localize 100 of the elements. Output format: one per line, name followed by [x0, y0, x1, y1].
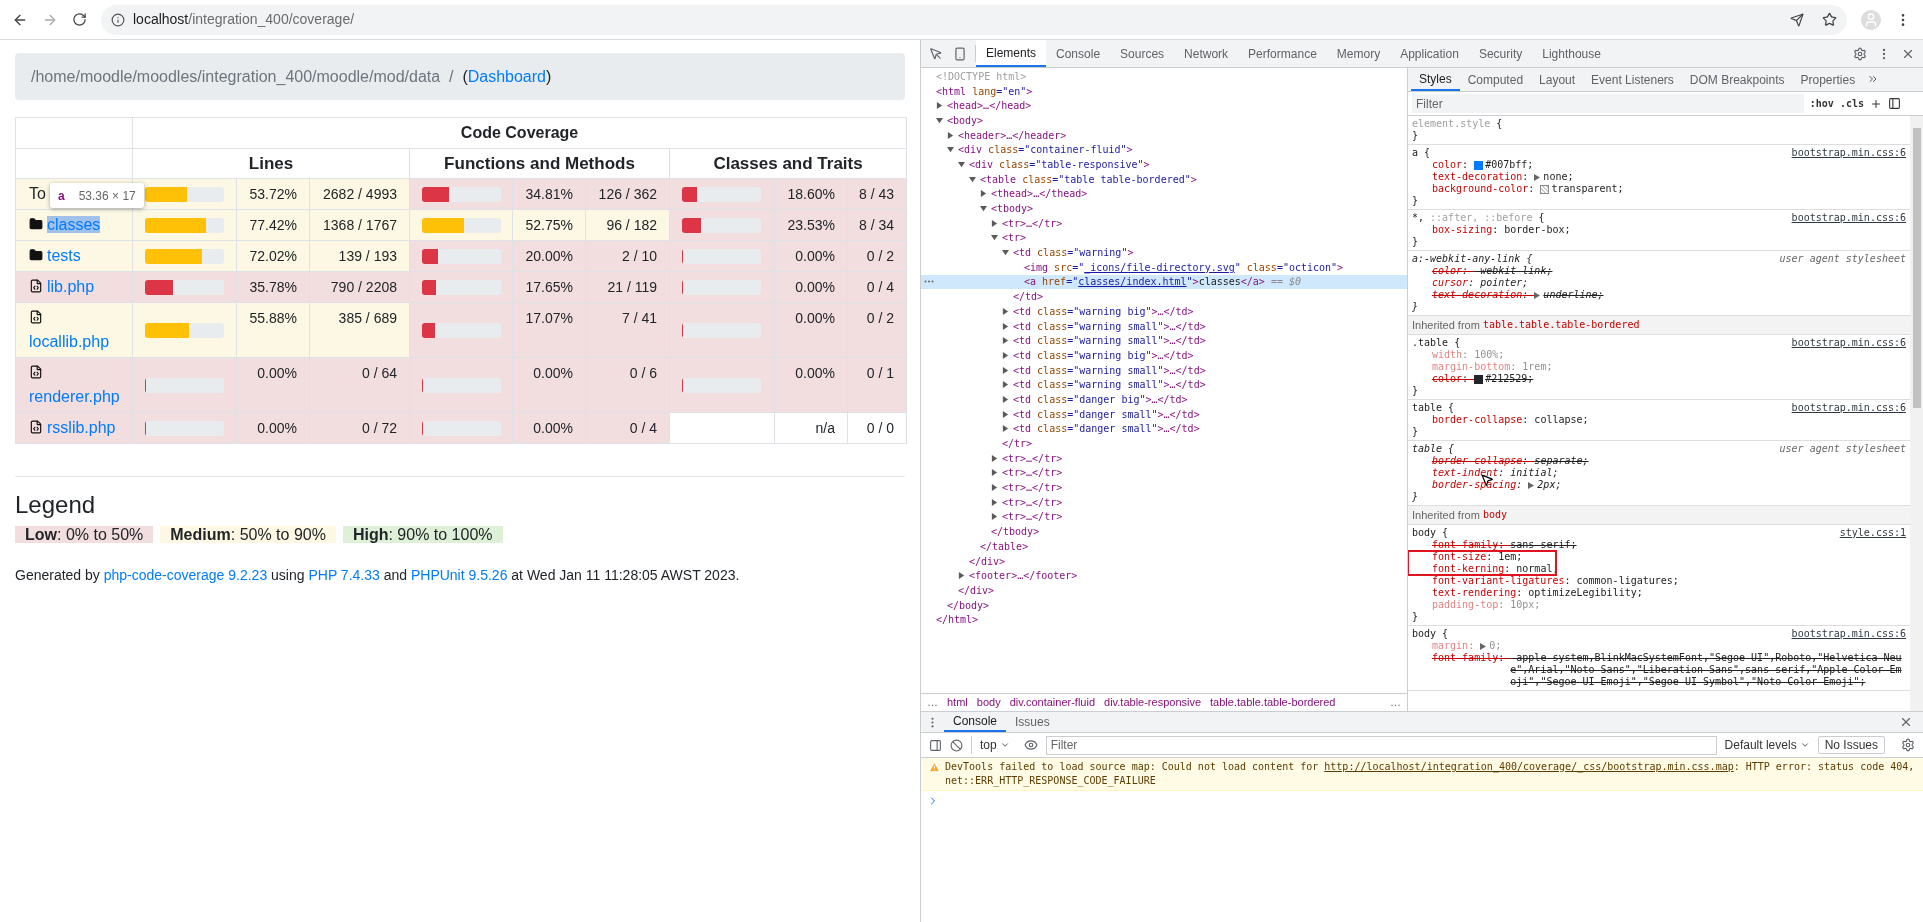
- expand-triangle-icon[interactable]: [1528, 482, 1535, 489]
- css-property-value[interactable]: -webkit-link;: [1474, 265, 1553, 277]
- css-property-value[interactable]: separate;: [1534, 455, 1589, 467]
- link[interactable]: PHP 7.4.33: [308, 567, 380, 583]
- css-property-name[interactable]: border-spacing:: [1432, 479, 1529, 491]
- dom-node[interactable]: <tr>…</tr>: [1002, 494, 1063, 510]
- css-property-value[interactable]: 2px;: [1537, 479, 1562, 491]
- dom-breadcrumb[interactable]: html: [947, 694, 968, 711]
- sidebar-toggle-icon[interactable]: [1888, 97, 1901, 110]
- selected-node-row[interactable]: <a href="classes/index.html">classes</a> == $0: [921, 274, 1407, 290]
- dom-node[interactable]: <div class="table-responsive">: [969, 156, 1150, 172]
- expanded-triangle-icon[interactable]: [991, 234, 998, 242]
- css-property-name[interactable]: color:: [1432, 159, 1475, 171]
- css-property-value[interactable]: sans-serif;: [1510, 539, 1577, 551]
- css-selector[interactable]: *, ::after, ::before {: [1412, 212, 1545, 224]
- dom-node-close[interactable]: </html>: [936, 612, 979, 628]
- css-property-value[interactable]: optimizeLegibility;: [1528, 587, 1643, 599]
- css-property-value[interactable]: #212529;: [1485, 373, 1534, 385]
- dom-node[interactable]: <a href="classes/index.html">classes</a> == $0: [1024, 274, 1301, 290]
- bookmark-star-icon[interactable]: [1822, 12, 1837, 27]
- scrollbar[interactable]: [1910, 116, 1923, 711]
- dom-node[interactable]: <td class="warning small">…</td>: [1013, 318, 1206, 334]
- url-text[interactable]: localhost/integration_400/coverage/: [133, 9, 355, 30]
- devtools-tab[interactable]: Network: [1174, 40, 1239, 67]
- dom-node[interactable]: <tr>…</tr>: [1002, 509, 1063, 525]
- sidebar-toggle-icon[interactable]: [929, 738, 942, 752]
- css-selector[interactable]: a {: [1412, 147, 1431, 159]
- dom-node[interactable]: <img src="_icons/file-directory.svg" class="octicon">: [1024, 259, 1344, 275]
- css-property-value[interactable]: pointer;: [1480, 277, 1529, 289]
- css-property-name[interactable]: background-color:: [1432, 183, 1541, 195]
- collapsed-triangle-icon[interactable]: [991, 484, 998, 492]
- dom-node[interactable]: <td class="danger small">…</td>: [1013, 421, 1200, 437]
- css-selector[interactable]: .table {: [1412, 337, 1461, 349]
- css-property-name[interactable]: font-family:: [1432, 652, 1511, 664]
- drawer-tab[interactable]: Issues: [1006, 712, 1059, 732]
- expanded-triangle-icon[interactable]: [958, 160, 965, 168]
- dom-breadcrumb[interactable]: body: [976, 694, 1001, 711]
- collapsed-triangle-icon[interactable]: [991, 219, 998, 227]
- css-property-name[interactable]: color:: [1432, 265, 1475, 277]
- devtools-tab[interactable]: Console: [1046, 40, 1111, 67]
- collapsed-triangle-icon[interactable]: [1002, 381, 1009, 389]
- dom-node[interactable]: <td class="warning small">…</td>: [1013, 377, 1206, 393]
- css-property-value[interactable]: common-ligatures;: [1576, 575, 1679, 587]
- dom-node[interactable]: <td class="warning big">…</td>: [1013, 303, 1194, 319]
- panel-tab[interactable]: Event Listeners: [1583, 68, 1682, 91]
- css-property-name[interactable]: text-indent:: [1432, 467, 1511, 479]
- dom-node[interactable]: <tr>…</tr>: [1002, 480, 1063, 496]
- dom-node-close[interactable]: </body>: [947, 597, 990, 613]
- devtools-tab[interactable]: Security: [1468, 40, 1533, 67]
- device-toolbar-icon[interactable]: [953, 46, 967, 61]
- devtools-tab[interactable]: Performance: [1238, 40, 1327, 67]
- css-property-value[interactable]: transparent;: [1551, 183, 1624, 195]
- dom-node-close[interactable]: </tr>: [1002, 436, 1033, 452]
- css-property-name[interactable]: text-rendering:: [1432, 587, 1529, 599]
- expanded-triangle-icon[interactable]: [947, 146, 954, 154]
- settings-icon[interactable]: [1853, 46, 1867, 61]
- dom-node[interactable]: <tr>…</tr>: [1002, 465, 1063, 481]
- css-property-name[interactable]: cursor:: [1432, 277, 1481, 289]
- file-link[interactable]: locallib.php: [29, 333, 110, 350]
- send-icon[interactable]: [1790, 12, 1804, 27]
- breadcrumb-overflow[interactable]: …: [927, 694, 938, 711]
- collapsed-triangle-icon[interactable]: [1002, 307, 1009, 315]
- dom-node[interactable]: <td class="danger big">…</td>: [1013, 391, 1188, 407]
- css-property-value[interactable]: 1em;: [1498, 551, 1523, 563]
- expanded-triangle-icon[interactable]: [980, 205, 987, 213]
- dom-node[interactable]: <head>…</head>: [947, 98, 1032, 114]
- devtools-tab[interactable]: Sources: [1110, 40, 1175, 67]
- devtools-tab[interactable]: Lighthouse: [1532, 40, 1611, 67]
- expand-triangle-icon[interactable]: [1534, 292, 1541, 299]
- inspect-icon[interactable]: [929, 46, 943, 61]
- filter-field[interactable]: Filter: [1412, 94, 1804, 113]
- dom-node[interactable]: <tbody>: [991, 201, 1034, 217]
- source-link[interactable]: bootstrap.min.css:6: [1791, 212, 1906, 224]
- dom-node[interactable]: <table class="table table-bordered">: [980, 171, 1197, 187]
- source-link[interactable]: style.css:1: [1839, 527, 1906, 539]
- add-rule-icon[interactable]: [1870, 97, 1882, 110]
- dom-node[interactable]: <td class="warning">: [1013, 245, 1134, 261]
- collapsed-triangle-icon[interactable]: [1002, 337, 1009, 345]
- css-property-value[interactable]: collapse;: [1534, 414, 1589, 426]
- dom-node[interactable]: <td class="danger small">…</td>: [1013, 406, 1200, 422]
- dom-breadcrumb[interactable]: div.table-responsive: [1104, 694, 1202, 711]
- css-property-value[interactable]: -apple-system,BlinkMacSystemFont,"Segoe UI",Roboto,"Helvetica Neue",Arial,"Noto Sans","Liberation Sans",sans-serif,"Apple Color Emoji","Segoe UI Emoji","Segoe UI Symbol","Noto Color Emoji";: [1510, 652, 1902, 688]
- css-selector[interactable]: table {: [1412, 443, 1455, 455]
- css-property-name[interactable]: color:: [1432, 373, 1475, 385]
- collapsed-triangle-icon[interactable]: [991, 469, 998, 477]
- panel-tab[interactable]: DOM Breakpoints: [1681, 68, 1793, 91]
- dom-node[interactable]: <header>…</header>: [958, 127, 1067, 143]
- hov-toggle[interactable]: :hov: [1809, 96, 1834, 111]
- dom-node[interactable]: <tr>: [1002, 230, 1027, 246]
- drawer-tab[interactable]: Console: [944, 712, 1007, 732]
- panel-tab[interactable]: Computed: [1459, 68, 1532, 91]
- dom-node[interactable]: <body>: [947, 112, 984, 128]
- link[interactable]: _icons/file-directory.svg: [1084, 261, 1235, 273]
- close-icon[interactable]: [1899, 715, 1913, 729]
- source-link[interactable]: bootstrap.min.css:6: [1791, 628, 1906, 640]
- more-icon[interactable]: [924, 279, 934, 283]
- issues-button[interactable]: No Issues: [1817, 736, 1885, 754]
- css-selector[interactable]: body {: [1412, 527, 1449, 539]
- css-selector[interactable]: body {: [1412, 628, 1449, 640]
- dom-node[interactable]: <div class="container-fluid">: [958, 142, 1133, 158]
